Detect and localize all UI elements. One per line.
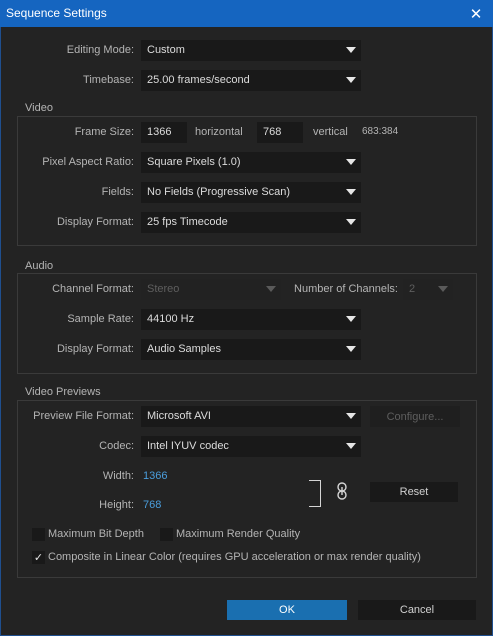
vertical-label: vertical [313, 126, 348, 138]
height-label: Height: [99, 499, 134, 511]
dimension-link-bracket [309, 480, 321, 507]
timebase-label: Timebase: [83, 74, 134, 86]
codec-label: Codec: [99, 440, 134, 452]
video-group-title: Video [25, 102, 53, 114]
video-display-format-label: Display Format: [56, 216, 134, 228]
close-button[interactable]: ✕ [459, 0, 493, 27]
horizontal-label: horizontal [195, 126, 243, 138]
chevron-down-icon [266, 286, 276, 292]
sample-rate-label: Sample Rate: [67, 313, 134, 325]
fields-label: Fields: [101, 186, 134, 198]
max-render-quality-label: Maximum Render Quality [176, 528, 301, 540]
codec-select[interactable]: Intel IYUV codec [141, 436, 361, 457]
pixel-aspect-ratio-select[interactable]: Square Pixels (1.0) [141, 152, 361, 173]
preview-file-format-label: Preview File Format: [33, 410, 134, 422]
width-label: Width: [102, 470, 134, 482]
chevron-down-icon [346, 413, 356, 419]
video-display-format-select[interactable]: 25 fps Timecode [141, 212, 361, 233]
reset-button[interactable]: Reset [370, 482, 458, 502]
preview-file-format-select[interactable]: Microsoft AVI [141, 406, 361, 427]
channels-label: Number of Channels: [294, 283, 398, 295]
window-title: Sequence Settings [6, 6, 107, 20]
chevron-down-icon [346, 219, 356, 225]
channel-format-label: Channel Format: [52, 283, 134, 295]
channel-format-select[interactable]: Stereo [141, 279, 281, 300]
chevron-down-icon [346, 316, 356, 322]
width-value[interactable]: 1366 [143, 470, 167, 482]
sample-rate-select[interactable]: 44100 Hz [141, 309, 361, 330]
audio-display-format-label: Display Format: [56, 343, 134, 355]
chevron-down-icon [346, 77, 356, 83]
chevron-down-icon [438, 286, 448, 292]
chevron-down-icon [346, 47, 356, 53]
ok-button[interactable]: OK [227, 600, 347, 620]
close-icon: ✕ [469, 5, 483, 23]
max-bit-depth-checkbox[interactable] [32, 528, 45, 541]
editing-mode-select[interactable]: Custom [141, 40, 361, 61]
chevron-down-icon [346, 346, 356, 352]
audio-display-format-select[interactable]: Audio Samples [141, 339, 361, 360]
editing-mode-label: Editing Mode: [66, 44, 134, 56]
chevron-down-icon [346, 159, 356, 165]
video-previews-group-title: Video Previews [25, 386, 101, 398]
max-bit-depth-label: Maximum Bit Depth [48, 528, 144, 540]
frame-height-input[interactable]: 768 [257, 122, 303, 143]
pixel-aspect-ratio-label: Pixel Aspect Ratio: [42, 156, 134, 168]
chevron-down-icon [346, 189, 356, 195]
timebase-select[interactable]: 25.00 frames/second [141, 70, 361, 91]
title-bar: Sequence Settings ✕ [0, 0, 493, 27]
height-value[interactable]: 768 [143, 499, 161, 511]
frame-width-input[interactable]: 1366 [141, 122, 187, 143]
linear-color-label: Composite in Linear Color (requires GPU … [48, 551, 421, 563]
audio-group-title: Audio [25, 260, 54, 272]
max-render-quality-checkbox[interactable] [160, 528, 173, 541]
checkmark-icon: ✓ [33, 552, 44, 564]
cancel-button[interactable]: Cancel [358, 600, 476, 620]
channels-select[interactable]: 2 [403, 279, 453, 300]
chevron-down-icon [346, 443, 356, 449]
configure-button[interactable]: Configure... [370, 406, 460, 427]
link-icon[interactable] [335, 482, 349, 500]
frame-size-label: Frame Size: [74, 126, 134, 138]
fields-select[interactable]: No Fields (Progressive Scan) [141, 182, 361, 203]
linear-color-checkbox[interactable]: ✓ [32, 551, 45, 564]
aspect-ratio-value: 683:384 [362, 126, 399, 137]
